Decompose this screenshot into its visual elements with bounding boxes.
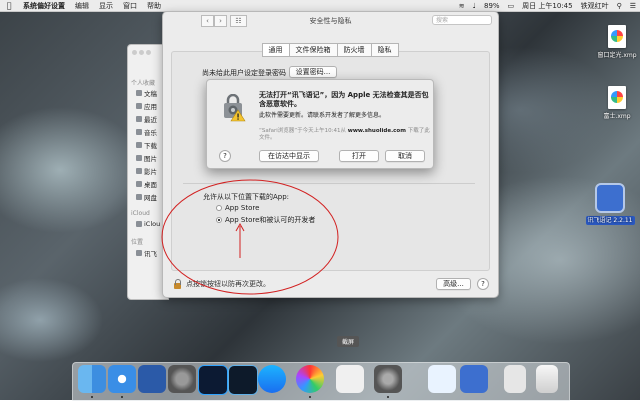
title-bar: ‹ › ☷ 安全性与隐私 搜索	[163, 12, 498, 30]
lock-area: 点按锁按钮以防再次更改。	[173, 279, 270, 289]
downloads-stack-icon[interactable]	[504, 365, 526, 393]
radio-app-store-developers[interactable]: App Store和被认可的开发者	[216, 215, 315, 225]
cloud-icon	[136, 194, 142, 200]
locations-label: 位置	[131, 239, 144, 246]
running-indicator	[91, 396, 93, 398]
lock-icon[interactable]	[173, 279, 182, 289]
sidebar-item-icloud[interactable]: iClou	[136, 220, 160, 228]
desktop-file-1[interactable]: 窗口定光.xmp	[597, 25, 637, 59]
picture-icon	[136, 155, 142, 161]
menu-help[interactable]: 帮助	[142, 1, 166, 11]
sidebar-item-desktop[interactable]: 桌面	[136, 179, 157, 189]
clock-icon	[136, 116, 142, 122]
icloud-icon	[136, 221, 142, 227]
allow-apps-label: 允许从以下位置下载的App:	[203, 193, 290, 201]
gatekeeper-icon	[224, 94, 246, 122]
app-store-icon[interactable]	[258, 365, 286, 393]
screenshot-icon[interactable]	[336, 365, 364, 393]
trash-icon[interactable]	[536, 365, 558, 393]
cancel-button[interactable]: 取消	[385, 150, 425, 162]
sidebar-item-downloads[interactable]: 下载	[136, 140, 157, 150]
tab-bar: 通用 文件保险箱 防火墙 隐私	[163, 43, 498, 57]
sidebar-item-volume[interactable]: 讯飞	[136, 248, 157, 258]
menu-app[interactable]: 系统偏好设置	[18, 1, 70, 11]
dock-tooltip: 截屏	[337, 336, 360, 347]
desktop-icon	[136, 181, 142, 187]
help-button[interactable]: ?	[477, 278, 489, 290]
download-icon	[136, 142, 142, 148]
desktop-app-xunfei[interactable]: 讯飞语记 2.2.11	[584, 183, 636, 225]
alert-message: 此软件需要更新。请联系开发者了解更多信息。	[259, 112, 386, 119]
alert-download-info: “Safari浏览器”于今天上午10:41从 www.shuolide.com …	[259, 128, 430, 141]
xunfei-dock-icon[interactable]	[460, 365, 488, 393]
apps-icon	[136, 103, 142, 109]
sidebar-item-movies[interactable]: 影片	[136, 166, 157, 176]
doc-icon	[136, 90, 142, 96]
clock[interactable]: 周日 上午10:45	[518, 1, 576, 11]
running-indicator	[387, 396, 389, 398]
alert-help-button[interactable]: ?	[219, 150, 231, 162]
sidebar-item-cloud[interactable]: 网盘	[136, 192, 157, 202]
tab-general[interactable]: 通用	[261, 43, 290, 57]
radio-off-icon	[216, 205, 222, 211]
radio-app-store[interactable]: App Store	[216, 204, 259, 212]
lock-text: 点按锁按钮以防再次更改。	[186, 280, 270, 288]
image-file-icon	[608, 86, 626, 109]
favorites-label: 个人收藏	[131, 80, 156, 87]
advanced-button[interactable]: 高级...	[436, 278, 471, 290]
sidebar-item-documents[interactable]: 文稿	[136, 88, 157, 98]
music-icon	[136, 129, 142, 135]
xunfei-app-icon	[595, 183, 625, 213]
tab-filevault[interactable]: 文件保险箱	[288, 43, 338, 57]
search-icon[interactable]: ⚲	[613, 2, 626, 10]
volume-icon[interactable]: ♩	[469, 2, 480, 10]
running-indicator	[309, 396, 311, 398]
icloud-label: iCloud	[131, 210, 150, 217]
film-icon	[136, 168, 142, 174]
tab-firewall[interactable]: 防火墙	[336, 43, 372, 57]
set-password-button[interactable]: 设置密码...	[289, 66, 337, 78]
search-field[interactable]: 搜索	[432, 15, 492, 25]
menu-list-icon[interactable]: ☰	[626, 2, 640, 10]
apple-icon[interactable]: 	[0, 1, 18, 10]
show-in-finder-button[interactable]: 在访达中显示	[259, 150, 319, 162]
open-button[interactable]: 打开	[339, 150, 379, 162]
safari-icon[interactable]	[108, 365, 136, 393]
menu-edit[interactable]: 编辑	[70, 1, 94, 11]
tab-privacy[interactable]: 隐私	[370, 43, 399, 57]
finder-icon[interactable]	[78, 365, 106, 393]
user-name[interactable]: 铁观红叶	[577, 1, 613, 11]
sidebar-item-pictures[interactable]: 图片	[136, 153, 157, 163]
launchpad-icon[interactable]	[168, 365, 196, 393]
photoshop-icon[interactable]	[198, 365, 228, 395]
alert-title: 无法打开“讯飞语记”，因为 Apple 无法检查其是否包含恶意软件。	[259, 91, 429, 108]
photos-icon[interactable]	[296, 365, 324, 393]
download-domain: www.shuolide.com	[347, 128, 406, 134]
desktop-file-2[interactable]: 富士.xmp	[597, 86, 637, 120]
system-preferences-icon[interactable]	[374, 365, 402, 393]
lightroom-icon[interactable]	[228, 365, 258, 395]
divider	[183, 183, 475, 184]
battery-percent[interactable]: 89%	[480, 2, 504, 10]
gatekeeper-alert[interactable]: 无法打开“讯飞语记”，因为 Apple 无法检查其是否包含恶意软件。 此软件需要…	[206, 79, 434, 169]
sidebar-item-music[interactable]: 音乐	[136, 127, 157, 137]
cloud-drive-icon[interactable]	[428, 365, 456, 393]
menu-view[interactable]: 显示	[94, 1, 118, 11]
word-icon[interactable]	[138, 365, 166, 393]
radio-on-icon	[216, 217, 222, 223]
password-status-text: 尚未给此用户设定登录密码	[202, 69, 286, 77]
sidebar-item-recent[interactable]: 最近	[136, 114, 157, 124]
battery-icon[interactable]: ▭	[504, 2, 519, 10]
window-controls	[132, 50, 151, 55]
sidebar-item-apps[interactable]: 应用	[136, 101, 157, 111]
menu-window[interactable]: 窗口	[118, 1, 142, 11]
wifi-icon[interactable]: ≋	[455, 2, 469, 10]
image-file-icon	[608, 25, 626, 48]
running-indicator	[121, 396, 123, 398]
disk-icon	[136, 250, 142, 256]
